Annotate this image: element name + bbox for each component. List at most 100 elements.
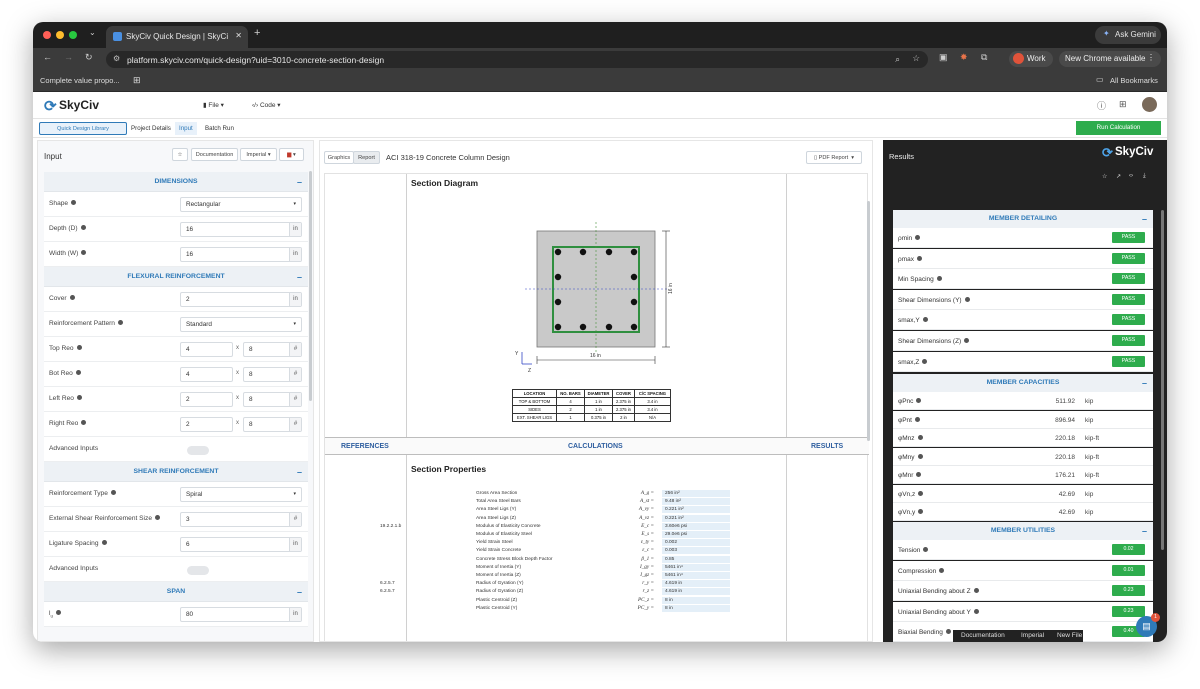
info-icon[interactable] bbox=[917, 453, 923, 459]
info-icon[interactable] bbox=[76, 395, 82, 400]
info-icon[interactable] bbox=[915, 235, 921, 240]
skyciv-logo-icon[interactable]: ⟳ bbox=[44, 97, 57, 115]
cover-input[interactable]: 2 in bbox=[180, 292, 302, 307]
info-icon[interactable] bbox=[117, 320, 123, 325]
info-icon[interactable] bbox=[973, 608, 979, 614]
info-icon[interactable] bbox=[964, 296, 970, 302]
run-calculation-button[interactable]: Run Calculation bbox=[1076, 121, 1161, 135]
imperial-link[interactable]: Imperial bbox=[1021, 632, 1044, 639]
info-icon[interactable] bbox=[936, 276, 942, 282]
help-icon[interactable]: ⓘ bbox=[1097, 99, 1106, 112]
width-input[interactable]: 16 in bbox=[180, 247, 302, 262]
quick-design-library-button[interactable]: Quick Design Library bbox=[39, 122, 127, 135]
site-settings-icon[interactable]: ⚙ bbox=[113, 54, 120, 63]
tab-input[interactable]: Input bbox=[175, 122, 197, 135]
section-span[interactable]: SPAN – bbox=[44, 582, 308, 602]
left-size-input[interactable]: 8 # bbox=[243, 392, 302, 407]
info-icon[interactable] bbox=[918, 509, 924, 514]
info-icon[interactable] bbox=[918, 490, 924, 496]
favorite-button[interactable]: ☆ bbox=[172, 148, 188, 161]
new-file-link[interactable]: New File bbox=[1057, 632, 1082, 639]
info-icon[interactable] bbox=[914, 416, 920, 422]
maximize-window-icon[interactable] bbox=[69, 31, 77, 39]
tab-batch-run[interactable]: Batch Run bbox=[205, 125, 234, 132]
info-icon[interactable] bbox=[110, 490, 116, 495]
apps-grid-icon[interactable]: ⊞ bbox=[133, 75, 141, 86]
info-icon[interactable] bbox=[922, 317, 928, 323]
results-scrollbar[interactable] bbox=[1161, 210, 1164, 550]
depth-input[interactable]: 16 in bbox=[180, 222, 302, 237]
user-avatar[interactable] bbox=[1142, 97, 1157, 112]
reinforcement-type-select[interactable]: Spiral ▾ bbox=[180, 487, 302, 502]
info-icon[interactable] bbox=[945, 629, 951, 635]
info-icon[interactable] bbox=[922, 358, 928, 364]
collapse-icon[interactable]: – bbox=[297, 462, 302, 482]
left-count-input[interactable]: 2 bbox=[180, 392, 233, 407]
info-icon[interactable] bbox=[939, 567, 945, 573]
all-bookmarks-link[interactable]: All Bookmarks bbox=[1110, 76, 1158, 85]
collapse-icon[interactable]: – bbox=[1142, 522, 1147, 540]
info-icon[interactable] bbox=[80, 225, 86, 230]
ext-shear-input[interactable]: 3 # bbox=[180, 512, 302, 527]
pdf-report-button[interactable]: ▯ PDF Report ▾ bbox=[806, 151, 862, 164]
info-icon[interactable] bbox=[69, 295, 75, 300]
info-icon[interactable] bbox=[973, 588, 979, 594]
input-scrollbar[interactable] bbox=[309, 171, 312, 401]
info-icon[interactable] bbox=[76, 345, 82, 350]
reload-icon[interactable]: ↻ bbox=[85, 52, 93, 63]
report-scrollbar[interactable] bbox=[867, 201, 870, 441]
documentation-button[interactable]: Documentation bbox=[191, 148, 238, 161]
lu-input[interactable]: 80 in bbox=[180, 607, 302, 622]
info-icon[interactable] bbox=[81, 420, 87, 425]
browser-tab[interactable]: SkyCiv Quick Design | SkyCi ✕ bbox=[106, 26, 248, 48]
info-icon[interactable] bbox=[923, 547, 929, 552]
profile-button[interactable]: Work bbox=[1009, 51, 1053, 67]
collapse-icon[interactable]: – bbox=[297, 267, 302, 287]
ligature-spacing-input[interactable]: 6 in bbox=[180, 537, 302, 552]
file-menu[interactable]: ▮ File ▾ bbox=[203, 101, 224, 109]
info-icon[interactable] bbox=[155, 515, 160, 520]
top-size-input[interactable]: 8 # bbox=[243, 342, 302, 357]
chat-button[interactable]: ▤ 1 bbox=[1136, 613, 1160, 637]
top-count-input[interactable]: 4 bbox=[180, 342, 233, 357]
extensions-puzzle-icon[interactable]: ⧉ bbox=[981, 52, 987, 63]
info-icon[interactable] bbox=[916, 398, 922, 403]
shape-select[interactable]: Rectangular ▾ bbox=[180, 197, 302, 212]
info-icon[interactable] bbox=[71, 200, 77, 205]
bot-size-input[interactable]: 8 # bbox=[243, 367, 302, 382]
member-utilities-header[interactable]: MEMBER UTILITIES – bbox=[893, 522, 1153, 540]
right-size-input[interactable]: 8 # bbox=[243, 417, 302, 432]
extension-icon[interactable]: ▣ bbox=[939, 52, 948, 63]
info-icon[interactable] bbox=[916, 472, 922, 477]
info-icon[interactable] bbox=[917, 435, 923, 440]
bookmark-star-icon[interactable]: ☆ bbox=[912, 53, 920, 64]
bot-count-input[interactable]: 4 bbox=[180, 367, 233, 382]
collapse-icon[interactable]: – bbox=[297, 172, 302, 192]
back-icon[interactable]: ← bbox=[43, 52, 52, 62]
tab-project-details[interactable]: Project Details bbox=[131, 125, 171, 132]
minimize-window-icon[interactable] bbox=[56, 31, 64, 39]
forward-icon[interactable]: → bbox=[64, 52, 73, 62]
section-shear[interactable]: SHEAR REINFORCEMENT – bbox=[44, 462, 308, 482]
bookmark-item[interactable]: Complete value propo... bbox=[40, 76, 120, 85]
region-dropdown[interactable]: ▆ ▾ bbox=[279, 148, 304, 161]
tab-search-icon[interactable]: ⌄ bbox=[89, 28, 96, 37]
update-chrome-button[interactable]: New Chrome available ⋮ bbox=[1059, 51, 1161, 67]
info-icon[interactable] bbox=[81, 250, 87, 255]
info-icon[interactable] bbox=[916, 255, 922, 261]
pattern-select[interactable]: Standard ▾ bbox=[180, 317, 302, 332]
tab-graphics[interactable]: Graphics bbox=[324, 151, 354, 164]
zoom-icon[interactable]: ⌕ bbox=[895, 54, 900, 65]
extension-2-icon[interactable]: ✸ bbox=[960, 52, 968, 63]
code-menu[interactable]: ‹/› Code ▾ bbox=[252, 101, 281, 109]
info-icon[interactable] bbox=[55, 610, 61, 615]
info-icon[interactable] bbox=[964, 338, 970, 343]
units-dropdown[interactable]: Imperial ▾ bbox=[240, 148, 277, 161]
advanced-inputs-toggle[interactable] bbox=[187, 566, 209, 575]
more-menu-icon[interactable]: ⋮ bbox=[1147, 53, 1155, 62]
section-flexural[interactable]: FLEXURAL REINFORCEMENT – bbox=[44, 267, 308, 287]
collapse-icon[interactable]: – bbox=[297, 582, 302, 602]
new-tab-icon[interactable]: + bbox=[254, 27, 260, 39]
member-capacities-header[interactable]: MEMBER CAPACITIES – bbox=[893, 374, 1153, 392]
address-bar[interactable]: ⚙ platform.skyciv.com/quick-design?uid=3… bbox=[106, 51, 928, 68]
